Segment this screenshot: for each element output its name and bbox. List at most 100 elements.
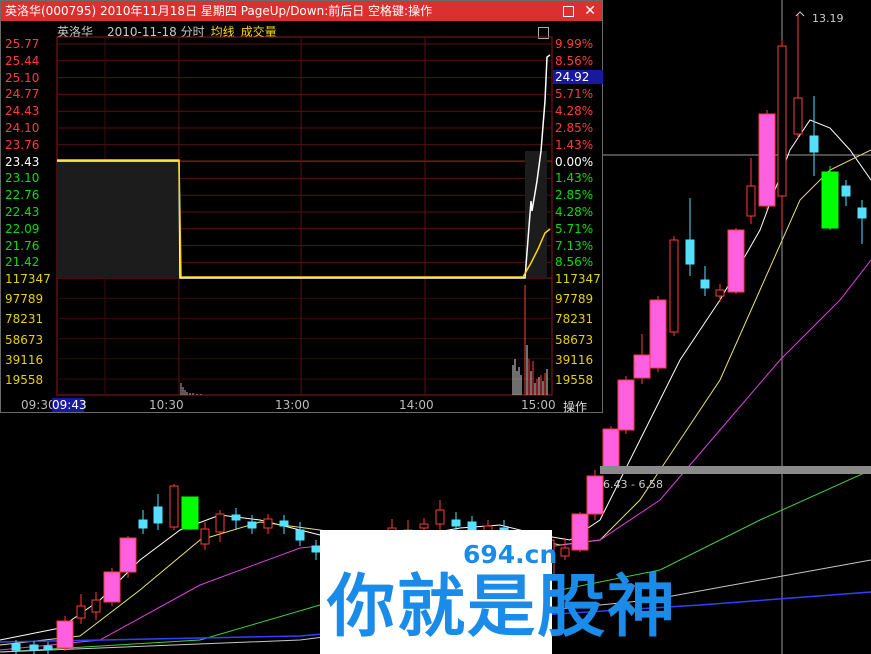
candle-body xyxy=(617,379,635,431)
volume-tick-label-left: 39116 xyxy=(5,352,44,367)
volume-tick-label-left: 19558 xyxy=(5,373,44,387)
stock-chart-screen: 6.43 - 6.58 13.19 694.cn 你就是股神 英洛华(00079… xyxy=(0,0,871,654)
price-tick-label: 25.44 xyxy=(5,53,40,68)
candle-body xyxy=(43,645,53,651)
current-price-box: 24.92 xyxy=(553,70,603,84)
watermark-domain: 694.cn xyxy=(463,540,558,569)
peak-price-label: 13.19 xyxy=(812,12,844,25)
candle-body xyxy=(56,620,74,649)
pct-tick-label: 0.00% xyxy=(555,154,594,169)
candle-body xyxy=(841,185,851,197)
time-tick-label: 09:30 xyxy=(21,398,56,412)
price-tick-label: 23.76 xyxy=(5,137,40,152)
price-tick-label: 23.43 xyxy=(5,154,40,169)
volume-tick-label-left: 97789 xyxy=(5,292,44,307)
candle-body xyxy=(821,171,839,229)
candle-body xyxy=(602,428,620,471)
volume-tick-label-right: 58673 xyxy=(555,332,594,347)
candle-body xyxy=(29,644,39,651)
candle-body xyxy=(435,509,445,525)
volume-tick-label-left: 78231 xyxy=(5,312,44,327)
price-tick-label: 22.09 xyxy=(5,221,40,236)
price-area-fill xyxy=(525,151,547,278)
price-tick-label: 24.77 xyxy=(5,87,40,102)
candle-body xyxy=(279,520,289,527)
price-range-bar xyxy=(600,466,871,474)
candle-body xyxy=(451,519,461,527)
candle-body xyxy=(560,547,570,557)
pct-tick-label: 9.99% xyxy=(555,37,594,51)
price-tick-label: 24.10 xyxy=(5,121,40,135)
candle-body xyxy=(200,528,210,545)
candle-body xyxy=(793,97,803,135)
price-tick-label: 22.43 xyxy=(5,205,40,219)
candle-body xyxy=(247,521,257,529)
candle-body xyxy=(586,475,604,515)
price-tick-label: 23.10 xyxy=(5,171,40,186)
price-area-fill xyxy=(57,161,179,278)
candle-body xyxy=(857,207,867,219)
price-range-label: 6.43 - 6.58 xyxy=(603,478,663,491)
candle-body xyxy=(649,299,667,369)
candle-body xyxy=(119,537,137,573)
candle-body xyxy=(231,514,241,521)
candle-body xyxy=(11,643,21,651)
volume-tick-label-right: 19558 xyxy=(555,373,594,387)
candle-body xyxy=(419,523,429,529)
candle-body xyxy=(727,229,745,293)
candle-body xyxy=(103,571,121,603)
candle-body xyxy=(633,354,651,379)
candle-body xyxy=(700,279,710,289)
volume-tick-label-right: 39116 xyxy=(555,352,594,367)
intraday-popup-window[interactable]: 英洛华(000795) 2010年11月18日 星期四 PageUp/Down:… xyxy=(0,0,603,415)
volume-tick-label-left: 117347 xyxy=(5,272,51,286)
pct-tick-label: 5.71% xyxy=(555,221,594,236)
candle-body xyxy=(571,513,589,551)
candle-body xyxy=(215,513,225,533)
cursor-time-box: 09:43 xyxy=(52,398,87,412)
candle-body xyxy=(777,45,787,197)
candle-body xyxy=(138,519,148,529)
pct-tick-label: 8.56% xyxy=(555,53,594,68)
pct-tick-label: 5.71% xyxy=(555,87,594,102)
candle-body xyxy=(181,496,199,530)
volume-tick-label-right: 97789 xyxy=(555,292,594,307)
candle-body xyxy=(263,518,273,529)
candle-body xyxy=(758,113,776,207)
pct-tick-label: 2.85% xyxy=(555,188,594,203)
price-tick-label: 24.43 xyxy=(5,104,40,119)
candle-body xyxy=(669,239,679,333)
operate-button[interactable]: 操作 xyxy=(563,398,587,415)
pct-tick-label: 8.56% xyxy=(555,255,594,270)
pct-tick-label: 7.13% xyxy=(555,238,594,253)
candle-body xyxy=(76,605,86,619)
time-tick-label: 13:00 xyxy=(275,398,310,412)
watermark-slogan: 你就是股神 xyxy=(327,568,678,647)
price-tick-label: 25.77 xyxy=(5,37,40,51)
candle-body xyxy=(91,599,101,613)
time-tick-label: 14:00 xyxy=(399,398,434,412)
price-tick-label: 25.10 xyxy=(5,70,40,85)
pct-tick-label: 4.28% xyxy=(555,205,594,219)
intraday-chart[interactable] xyxy=(1,1,602,412)
price-tick-label: 21.42 xyxy=(5,255,40,270)
candle-body xyxy=(746,185,756,217)
candle-body xyxy=(153,506,163,524)
candle-body xyxy=(311,545,321,553)
pct-tick-label: 1.43% xyxy=(555,171,594,186)
time-tick-label: 15:00 xyxy=(521,398,556,412)
candle-body xyxy=(169,485,179,528)
price-tick-label: 22.76 xyxy=(5,188,40,203)
volume-tick-label-right: 78231 xyxy=(555,312,594,327)
volume-tick-label-left: 58673 xyxy=(5,332,44,347)
peak-marker-icon xyxy=(795,11,805,17)
pct-tick-label: 4.28% xyxy=(555,104,594,119)
candle-body xyxy=(685,239,695,265)
volume-tick-label-right: 117347 xyxy=(555,272,601,286)
pct-tick-label: 2.85% xyxy=(555,121,594,135)
time-tick-label: 10:30 xyxy=(149,398,184,412)
price-tick-label: 21.76 xyxy=(5,238,40,253)
candle-body xyxy=(295,529,305,541)
candle-body xyxy=(809,135,819,153)
candle-body xyxy=(715,289,725,297)
